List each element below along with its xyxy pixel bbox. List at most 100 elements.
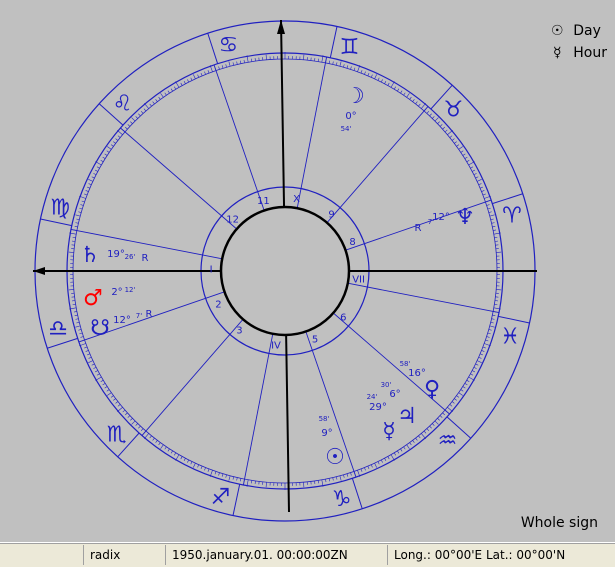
house-cusp-line [243, 334, 272, 485]
house-system-label: Whole sign [521, 515, 598, 531]
degree-tick [103, 383, 106, 385]
degree-tick [487, 205, 490, 206]
degree-tick [333, 478, 334, 481]
venus-minutes: 58' [400, 360, 411, 368]
degree-tick [325, 479, 326, 482]
statusbar-location: Long.: 00°00'E Lat.: 00°00'N [388, 545, 615, 565]
degree-tick [165, 93, 167, 95]
degree-tick [347, 65, 348, 68]
degree-tick [86, 350, 89, 351]
degree-tick [443, 127, 445, 129]
node-minutes: 7' [136, 312, 142, 320]
sign-pisces-icon: ♓ [500, 324, 520, 349]
degree-tick [153, 438, 155, 440]
mercury-degree: 29° [369, 402, 387, 413]
legend-hour[interactable]: ☿ Hour [547, 42, 607, 64]
degree-tick [440, 416, 442, 418]
degree-tick [113, 399, 115, 401]
degree-tick [435, 421, 439, 425]
chart-area[interactable]: ♊♉♈♓♒♑♐♏♎♍♌♋ I23IV56VII89X1112 ☽0°54'♆12… [0, 0, 615, 541]
mars-icon: ♂ [83, 286, 103, 311]
degree-tick [463, 154, 466, 156]
degree-tick [463, 386, 466, 388]
degree-tick [128, 124, 130, 126]
house-number-9: 9 [328, 209, 334, 220]
legend-day[interactable]: ☉ Day [547, 20, 607, 42]
degree-tick [138, 114, 140, 116]
degree-tick [111, 396, 113, 398]
sign-scorpio-icon: ♏ [107, 423, 127, 448]
degree-tick [492, 315, 495, 316]
moon-icon: ☽ [345, 84, 365, 109]
degree-tick [187, 460, 188, 463]
degree-tick [351, 67, 352, 70]
sign-aquarius-icon: ♒ [438, 428, 458, 453]
sign-cancer-icon: ♋ [219, 33, 239, 58]
degree-tick [361, 469, 362, 472]
degree-tick [181, 456, 182, 459]
degree-tick [168, 449, 170, 452]
neptune-minutes: 7' [428, 218, 434, 226]
venus-degree: 16° [408, 368, 426, 379]
degree-tick [204, 72, 205, 75]
degree-tick [424, 431, 426, 433]
degree-tick [87, 354, 90, 355]
degree-tick [361, 70, 362, 73]
degree-tick [79, 208, 82, 209]
degree-tick [136, 424, 138, 426]
house-cusp-line [348, 283, 499, 312]
natal-chart-wheel: ♊♉♈♓♒♑♐♏♎♍♌♋ I23IV56VII89X1112 ☽0°54'♆12… [0, 0, 615, 541]
degree-tick [204, 468, 205, 471]
degree-tick [240, 478, 241, 481]
degree-tick [107, 390, 109, 392]
degree-tick [74, 311, 77, 312]
sign-leo-icon: ♌ [113, 92, 133, 117]
degree-tick [492, 319, 495, 320]
degree-tick [88, 361, 93, 363]
sign-capricorn-icon: ♑ [332, 487, 352, 512]
degree-tick [474, 173, 477, 174]
degree-tick [435, 118, 439, 122]
degree-tick [394, 453, 396, 456]
degree-tick [394, 87, 396, 90]
degree-tick [368, 73, 369, 76]
degree-tick [432, 116, 434, 118]
jupiter-degree: 6° [389, 389, 400, 400]
degree-tick [144, 109, 146, 111]
jupiter-icon: ♃ [397, 404, 417, 429]
sign-gemini-icon: ♊ [340, 35, 360, 60]
degree-tick [233, 477, 234, 480]
degree-tick [457, 145, 459, 147]
degree-tick [470, 374, 473, 375]
degree-tick [378, 462, 379, 465]
house-cusp-line [327, 106, 428, 222]
degree-tick [88, 179, 93, 181]
house-number-2: 2 [215, 299, 221, 310]
degree-tick [443, 413, 445, 415]
degree-tick [483, 347, 486, 348]
degree-tick [461, 390, 463, 392]
degree-tick [487, 337, 490, 338]
degree-tick [118, 136, 120, 138]
degree-tick [184, 81, 185, 84]
degree-tick [226, 475, 227, 478]
legend: ☉ Day ☿ Hour [547, 20, 607, 64]
sign-taurus-icon: ♉ [443, 97, 463, 122]
degree-tick [388, 456, 389, 459]
degree-tick [219, 473, 220, 476]
degree-tick [229, 476, 230, 481]
degree-tick [95, 170, 98, 171]
degree-tick [101, 380, 104, 382]
degree-tick [81, 205, 84, 206]
degree-tick [489, 212, 492, 213]
degree-tick [461, 151, 463, 153]
degree-tick [84, 347, 87, 348]
degree-tick [123, 410, 125, 412]
degree-tick [208, 469, 209, 472]
house-number-4: IV [271, 340, 281, 351]
degree-tick [97, 374, 100, 375]
degree-tick [165, 447, 167, 449]
degree-tick [457, 396, 459, 398]
house-number-10: X [293, 194, 300, 205]
degree-tick [371, 465, 372, 468]
